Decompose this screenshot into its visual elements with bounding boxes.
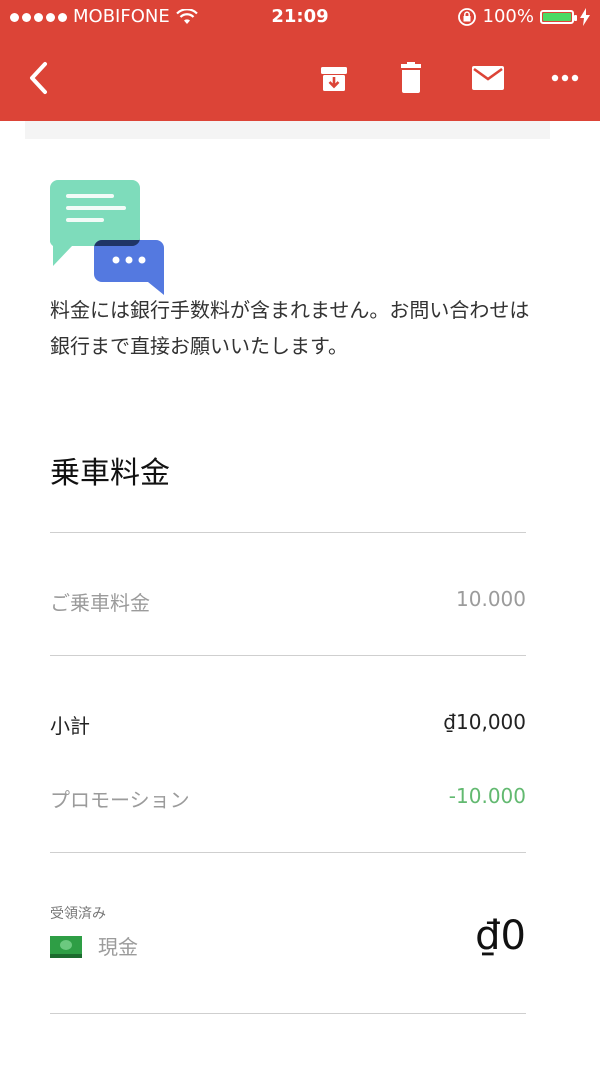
- email-header-strip: [25, 121, 550, 139]
- delete-button[interactable]: [391, 56, 431, 100]
- ride-fare-value: 10.000: [456, 587, 526, 611]
- chat-bubbles-icon: [50, 180, 164, 295]
- mark-unread-button[interactable]: [468, 56, 508, 100]
- orientation-lock-icon: [457, 8, 476, 26]
- back-button[interactable]: [18, 56, 58, 100]
- promotion-value: -10.000: [448, 784, 526, 808]
- divider: [50, 532, 526, 533]
- status-bar: MOBIFONE 21:09 100%: [0, 0, 600, 34]
- total-amount: ₫0: [475, 913, 526, 959]
- battery-percent: 100%: [482, 6, 534, 27]
- battery-icon: [540, 10, 577, 24]
- divider: [50, 1013, 526, 1014]
- payment-method-label: 現金: [98, 935, 138, 959]
- app-bar: MOBIFONE 21:09 100%: [0, 0, 600, 121]
- charging-icon: [580, 8, 590, 26]
- ride-fare-label: ご乗車料金: [50, 591, 150, 615]
- divider: [50, 655, 526, 656]
- chevron-left-icon: [30, 62, 47, 94]
- archive-button[interactable]: [314, 56, 354, 100]
- bank-fee-notice: 料金には銀行手数料が含まれません。お問い合わせは銀行まで直接お願いいたします。: [50, 298, 530, 358]
- mail-icon: [472, 66, 504, 90]
- trash-icon: [401, 62, 421, 93]
- archive-icon: [321, 67, 347, 91]
- received-label: 受領済み: [50, 906, 106, 922]
- subtotal-label: 小計: [50, 714, 90, 738]
- cash-icon: [50, 936, 82, 958]
- more-horizontal-icon: [551, 74, 579, 82]
- promotion-label: プロモーション: [50, 788, 190, 812]
- fare-section-title: 乗車料金: [50, 456, 170, 491]
- divider: [50, 852, 526, 853]
- more-button[interactable]: [545, 56, 585, 100]
- subtotal-value: ₫10,000: [443, 710, 526, 734]
